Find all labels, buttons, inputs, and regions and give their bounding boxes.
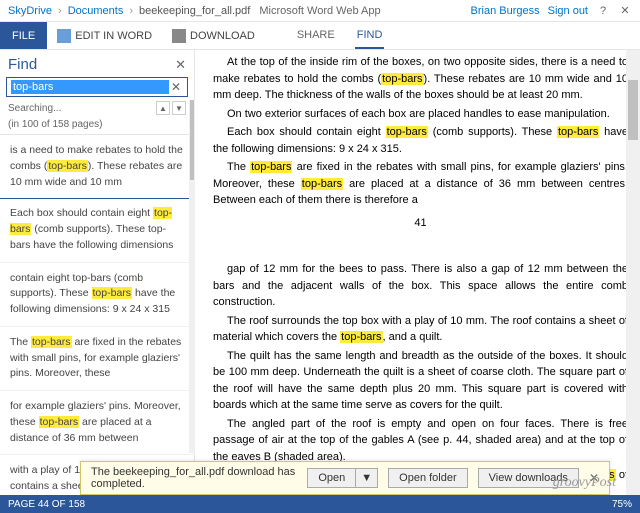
result-item[interactable]: contain eight top-bars (comb supports). … <box>0 263 194 327</box>
result-count: (in 100 of 158 pages) <box>0 119 194 134</box>
toolbar: FILE EDIT IN WORD DOWNLOAD SHARE FIND <box>0 22 640 50</box>
chevron-right-icon: › <box>58 5 62 17</box>
status-bar: PAGE 44 OF 158 75% <box>0 495 640 513</box>
search-input[interactable] <box>11 80 169 94</box>
page-number: 41 <box>213 215 628 232</box>
scrollbar-thumb[interactable] <box>190 100 194 180</box>
searching-label: Searching... <box>8 103 61 114</box>
edit-in-word-button[interactable]: EDIT IN WORD <box>47 22 162 49</box>
breadcrumb-folder[interactable]: Documents <box>68 5 124 17</box>
help-icon[interactable]: ? <box>596 4 610 18</box>
download-message: The beekeeping_for_all.pdf download has … <box>91 466 297 490</box>
tab-find[interactable]: FIND <box>355 23 385 49</box>
scrollbar-thumb[interactable] <box>628 80 638 140</box>
zoom-level[interactable]: 75% <box>612 499 632 510</box>
chevron-right-icon: › <box>129 5 133 17</box>
search-box[interactable]: ✕ <box>6 77 188 97</box>
page-indicator[interactable]: PAGE 44 OF 158 <box>8 499 85 510</box>
open-button[interactable]: Open <box>307 468 356 488</box>
breadcrumb-root[interactable]: SkyDrive <box>8 5 52 17</box>
breadcrumb-file: beekeeping_for_all.pdf <box>139 5 250 17</box>
close-notification-icon[interactable]: ✕ <box>589 471 599 485</box>
download-icon <box>172 29 186 43</box>
result-item[interactable]: Each box should contain eight top-bars (… <box>0 198 194 262</box>
prev-result-icon[interactable]: ▲ <box>156 101 170 115</box>
document-page: At the top of the inside rim of the boxe… <box>213 54 628 495</box>
user-name[interactable]: Brian Burgess <box>471 5 540 17</box>
open-folder-button[interactable]: Open folder <box>388 468 467 488</box>
tab-share[interactable]: SHARE <box>295 23 337 49</box>
results-list: is a need to make rebates to hold the co… <box>0 134 194 495</box>
find-title: Find <box>8 56 37 73</box>
next-result-icon[interactable]: ▼ <box>172 101 186 115</box>
close-find-icon[interactable]: ✕ <box>175 57 186 73</box>
word-icon <box>57 29 71 43</box>
title-bar: SkyDrive › Documents › beekeeping_for_al… <box>0 0 640 22</box>
app-title: Microsoft Word Web App <box>259 5 380 17</box>
close-icon[interactable]: ✕ <box>618 4 632 18</box>
find-panel: Find ✕ ✕ Searching... ▲▼ (in 100 of 158 … <box>0 50 195 495</box>
view-downloads-button[interactable]: View downloads <box>478 468 579 488</box>
file-tab[interactable]: FILE <box>0 22 47 49</box>
download-notification: The beekeeping_for_all.pdf download has … <box>80 461 610 495</box>
download-button[interactable]: DOWNLOAD <box>162 22 265 49</box>
document-scrollbar[interactable] <box>626 50 640 495</box>
document-view: At the top of the inside rim of the boxe… <box>195 50 640 495</box>
clear-search-icon[interactable]: ✕ <box>169 80 183 94</box>
sign-out-link[interactable]: Sign out <box>548 5 588 17</box>
result-item[interactable]: is a need to make rebates to hold the co… <box>0 134 194 199</box>
open-dropdown-icon[interactable]: ▼ <box>355 468 378 488</box>
result-item[interactable]: The top-bars are fixed in the rebates wi… <box>0 327 194 391</box>
result-item[interactable]: for example glaziers' pins. Moreover, th… <box>0 391 194 455</box>
